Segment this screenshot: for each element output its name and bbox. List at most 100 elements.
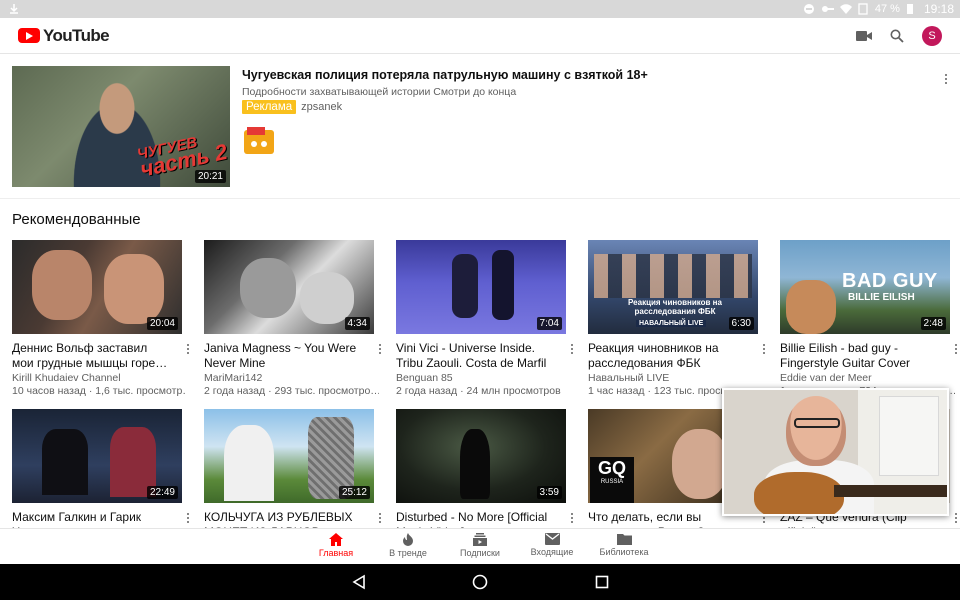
thumb-figure	[452, 254, 478, 318]
camera-icon[interactable]	[856, 30, 872, 42]
thumb-tag: НАВАЛЬНЫЙ LIVE	[636, 320, 707, 327]
video-card[interactable]: BAD GUY BILLIE EILISH 2:48 Billie Eilish…	[780, 240, 958, 397]
search-icon[interactable]	[890, 29, 904, 43]
back-icon[interactable]	[351, 574, 367, 590]
video-stats: 10 часов назад · 1,6 тыс. просмотр…	[12, 385, 187, 397]
mini-player-video[interactable]	[724, 390, 947, 514]
thumb-tag: GQ	[597, 458, 626, 478]
ad-thumbnail[interactable]: ЧУГУЕВ часть 2 20:21	[12, 66, 230, 187]
nav-label: Библиотека	[599, 547, 649, 557]
thumb-person	[32, 250, 92, 320]
video-title[interactable]: Деннис Вольф заставил мои грудные мышцы …	[12, 341, 170, 370]
thumb-figure	[492, 250, 514, 320]
mini-player-glasses	[794, 418, 840, 428]
video-card[interactable]: 4:34 Janiva Magness ~ You Were Never Min…	[204, 240, 382, 397]
app-header: YouTube S	[0, 18, 960, 54]
ad-more-icon[interactable]	[940, 72, 952, 86]
video-more-icon[interactable]	[758, 342, 770, 356]
recent-apps-icon[interactable]	[594, 574, 610, 590]
download-icon	[8, 3, 20, 15]
mini-player-guitar-neck	[834, 485, 947, 497]
flame-icon	[403, 533, 413, 546]
promoted-video[interactable]: ЧУГУЕВ часть 2 20:21 Чугуевская полиция …	[12, 66, 952, 188]
ad-description: Подробности захватывающей истории Смотри…	[242, 86, 517, 98]
section-divider	[0, 198, 960, 199]
thumb-person	[240, 258, 296, 318]
thumb-caption: Реакция чиновников на расследования ФБК	[628, 298, 722, 316]
video-more-icon[interactable]	[950, 342, 960, 356]
video-title[interactable]: Реакция чиновников на расследования ФБК	[588, 341, 746, 370]
nav-home[interactable]: Главная	[300, 533, 372, 558]
video-thumbnail[interactable]: 25:12	[204, 409, 374, 503]
thumb-figure	[460, 429, 490, 499]
mini-player[interactable]	[722, 388, 949, 516]
nav-library[interactable]: Библиотека	[588, 533, 660, 557]
thumb-caption: BAD GUY	[842, 270, 938, 292]
video-thumbnail[interactable]: 7:04	[396, 240, 566, 334]
channel-name[interactable]: Benguan 85	[396, 372, 453, 384]
nav-inbox[interactable]: Входящие	[516, 533, 588, 557]
account-avatar[interactable]: S	[922, 25, 942, 46]
channel-name[interactable]: Kirill Khudaiev Channel	[12, 372, 121, 384]
video-card[interactable]: 7:04 Vini Vici - Universe Inside. Tribu …	[396, 240, 574, 397]
video-card[interactable]: 22:49 Максим Галкин и Гарик Харламов в г…	[12, 409, 190, 539]
nav-label: Подписки	[460, 548, 500, 558]
video-more-icon[interactable]	[566, 511, 578, 525]
advertiser-logo	[242, 124, 276, 158]
video-thumbnail[interactable]: Реакция чиновников на расследования ФБК …	[588, 240, 758, 334]
thumb-guitar	[786, 280, 836, 334]
video-card[interactable]: 20:04 Деннис Вольф заставил мои грудные …	[12, 240, 190, 397]
nav-subscriptions[interactable]: Подписки	[444, 533, 516, 558]
video-stats: 2 года назад · 293 тыс. просмотро…	[204, 385, 379, 397]
video-more-icon[interactable]	[182, 511, 194, 525]
video-duration: 6:30	[728, 317, 754, 330]
mini-player-face	[786, 396, 846, 466]
video-card[interactable]: 25:12 КОЛЬЧУГА ИЗ РУБЛЕВЫХ МОНЕТ ИЗ ЛАРЦ…	[204, 409, 382, 539]
mini-player-cabinet	[879, 396, 939, 476]
video-duration: 22:49	[146, 486, 178, 499]
video-more-icon[interactable]	[374, 511, 386, 525]
section-title: Рекомендованные	[12, 211, 141, 228]
nav-trending[interactable]: В тренде	[372, 533, 444, 558]
video-thumbnail[interactable]: 3:59	[396, 409, 566, 503]
mini-player-guitar	[754, 472, 844, 514]
video-title[interactable]: Billie Eilish - bad guy - Fingerstyle Gu…	[780, 341, 938, 370]
key-icon	[821, 3, 834, 15]
ad-badge: Реклама	[242, 100, 297, 114]
clock: 19:18	[923, 2, 954, 16]
thumb-person	[672, 429, 728, 499]
ad-title[interactable]: Чугуевская полиция потеряла патрульную м…	[242, 68, 648, 82]
thumb-sub: BILLIE EILISH	[848, 292, 915, 303]
video-more-icon[interactable]	[950, 511, 960, 525]
channel-name[interactable]: Навальный LIVE	[588, 372, 669, 384]
system-status-bar: 47 % 19:18	[0, 0, 960, 18]
video-more-icon[interactable]	[182, 342, 194, 356]
video-more-icon[interactable]	[566, 342, 578, 356]
channel-name[interactable]: MariMari142	[204, 372, 262, 384]
video-more-icon[interactable]	[374, 342, 386, 356]
video-thumbnail[interactable]: BAD GUY BILLIE EILISH 2:48	[780, 240, 950, 334]
thumb-faces	[594, 254, 752, 298]
channel-name[interactable]: Eddie van der Meer	[780, 372, 872, 384]
video-title[interactable]: Vini Vici - Universe Inside. Tribu Zaoul…	[396, 341, 554, 370]
video-thumbnail[interactable]: 4:34	[204, 240, 374, 334]
video-thumbnail[interactable]: 22:49	[12, 409, 182, 503]
video-duration: 4:34	[344, 317, 370, 330]
video-duration: 7:04	[536, 317, 562, 330]
logo-text: YouTube	[43, 25, 110, 45]
home-button-icon[interactable]	[472, 574, 488, 590]
video-title[interactable]: Janiva Magness ~ You Were Never Mine	[204, 341, 362, 370]
video-duration: 25:12	[338, 486, 370, 499]
video-card[interactable]: 3:59 Disturbed - No More [Official Music…	[396, 409, 574, 539]
bottom-navigation: Главная В тренде Подписки Входящие Библи…	[0, 528, 960, 564]
youtube-play-icon	[18, 28, 40, 43]
folder-icon	[616, 534, 632, 545]
ad-advertiser: zpsanek	[301, 101, 343, 113]
mail-icon	[544, 533, 560, 545]
do-not-disturb-icon	[803, 3, 815, 15]
video-card[interactable]: Реакция чиновников на расследования ФБК …	[588, 240, 766, 397]
nav-label: Главная	[318, 548, 354, 558]
thumb-person	[224, 425, 274, 501]
youtube-logo[interactable]: YouTube	[18, 25, 110, 46]
video-thumbnail[interactable]: 20:04	[12, 240, 182, 334]
